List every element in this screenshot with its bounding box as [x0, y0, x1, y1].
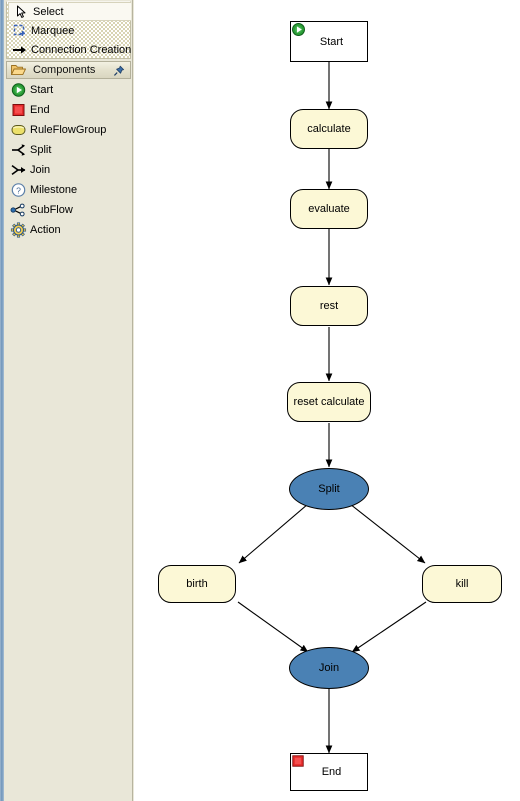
- palette-tool-connection-creation-label: Connection Creation: [31, 43, 132, 56]
- palette-tool-connection-creation[interactable]: Connection Creation: [7, 40, 132, 59]
- node-reset-calculate-label: reset calculate: [293, 396, 365, 408]
- connector-kill-join: [351, 601, 427, 653]
- green-play-circle-icon: [10, 82, 27, 98]
- node-kill-label: kill: [455, 578, 469, 590]
- connector-birth-join: [237, 601, 309, 653]
- palette-drawer-label: Components: [33, 64, 96, 76]
- palette-item-subflow[interactable]: SubFlow: [6, 200, 131, 220]
- open-folder-icon: [10, 62, 27, 78]
- red-square-icon: [10, 102, 27, 118]
- palette-tools-group: Select Marquee Connection Creation: [6, 1, 131, 59]
- pin-icon[interactable]: [113, 65, 125, 77]
- node-split-label: Split: [318, 483, 340, 495]
- palette-item-start-label: Start: [30, 84, 54, 96]
- palette-item-action[interactable]: Action: [6, 220, 131, 240]
- node-rest[interactable]: rest: [290, 286, 368, 326]
- node-end-label: End: [321, 766, 342, 778]
- node-start[interactable]: Start: [290, 21, 368, 62]
- palette-item-split-label: Split: [30, 144, 52, 156]
- split-branch-icon: [10, 142, 27, 158]
- palette-item-milestone-label: Milestone: [30, 184, 78, 196]
- palette-tool-marquee-label: Marquee: [31, 24, 75, 37]
- node-calculate[interactable]: calculate: [290, 109, 368, 149]
- palette-item-start[interactable]: Start: [6, 80, 131, 100]
- node-reset-calculate[interactable]: reset calculate: [287, 382, 371, 422]
- palette-components-list: Start End RuleFlowGroup Split Join ? Mil…: [6, 80, 131, 240]
- node-birth[interactable]: birth: [158, 565, 236, 603]
- palette-item-end[interactable]: End: [6, 100, 131, 120]
- flow-diagram-canvas[interactable]: Start calculate evaluate rest reset calc…: [134, 0, 520, 801]
- palette-item-end-label: End: [30, 104, 50, 116]
- palette-item-action-label: Action: [30, 224, 61, 236]
- palette-item-milestone[interactable]: ? Milestone: [6, 180, 131, 200]
- palette-drawer-components[interactable]: Components: [6, 61, 131, 79]
- marquee-dashed-box-icon: [11, 23, 28, 39]
- gear-icon: [10, 222, 27, 238]
- join-merge-icon: [10, 162, 27, 178]
- node-kill[interactable]: kill: [422, 565, 502, 603]
- palette-item-split[interactable]: Split: [6, 140, 131, 160]
- node-birth-label: birth: [186, 578, 208, 590]
- palette-item-join-label: Join: [30, 164, 51, 176]
- cursor-arrow-icon: [13, 4, 30, 20]
- palette-item-join[interactable]: Join: [6, 160, 131, 180]
- yellow-rounded-rect-icon: [10, 122, 27, 138]
- palette-right-border: [132, 0, 133, 801]
- node-evaluate-label: evaluate: [308, 203, 350, 215]
- application-window: Select Marquee Connection Creation Compo…: [0, 0, 520, 801]
- node-end[interactable]: End: [290, 753, 368, 791]
- node-calculate-label: calculate: [307, 123, 351, 135]
- palette-item-ruleflowgroup[interactable]: RuleFlowGroup: [6, 120, 131, 140]
- palette-tool-marquee[interactable]: Marquee: [7, 21, 130, 40]
- node-rest-label: rest: [319, 300, 339, 312]
- subflow-nodes-icon: [10, 202, 27, 218]
- arrow-right-icon: [11, 42, 28, 58]
- connector-split-kill: [349, 503, 426, 564]
- node-evaluate[interactable]: evaluate: [290, 189, 368, 229]
- palette-item-ruleflowgroup-label: RuleFlowGroup: [30, 124, 107, 136]
- question-circle-icon: ?: [10, 182, 27, 198]
- palette-item-subflow-label: SubFlow: [30, 204, 73, 216]
- palette-panel: Select Marquee Connection Creation Compo…: [0, 0, 134, 801]
- svg-text:?: ?: [16, 185, 21, 195]
- node-join[interactable]: Join: [289, 647, 369, 689]
- node-split[interactable]: Split: [289, 468, 369, 510]
- palette-tool-select[interactable]: Select: [8, 2, 131, 21]
- connector-split-birth: [238, 503, 309, 564]
- palette-tool-select-label: Select: [33, 5, 64, 18]
- node-join-label: Join: [318, 662, 340, 674]
- node-start-label: Start: [319, 35, 344, 48]
